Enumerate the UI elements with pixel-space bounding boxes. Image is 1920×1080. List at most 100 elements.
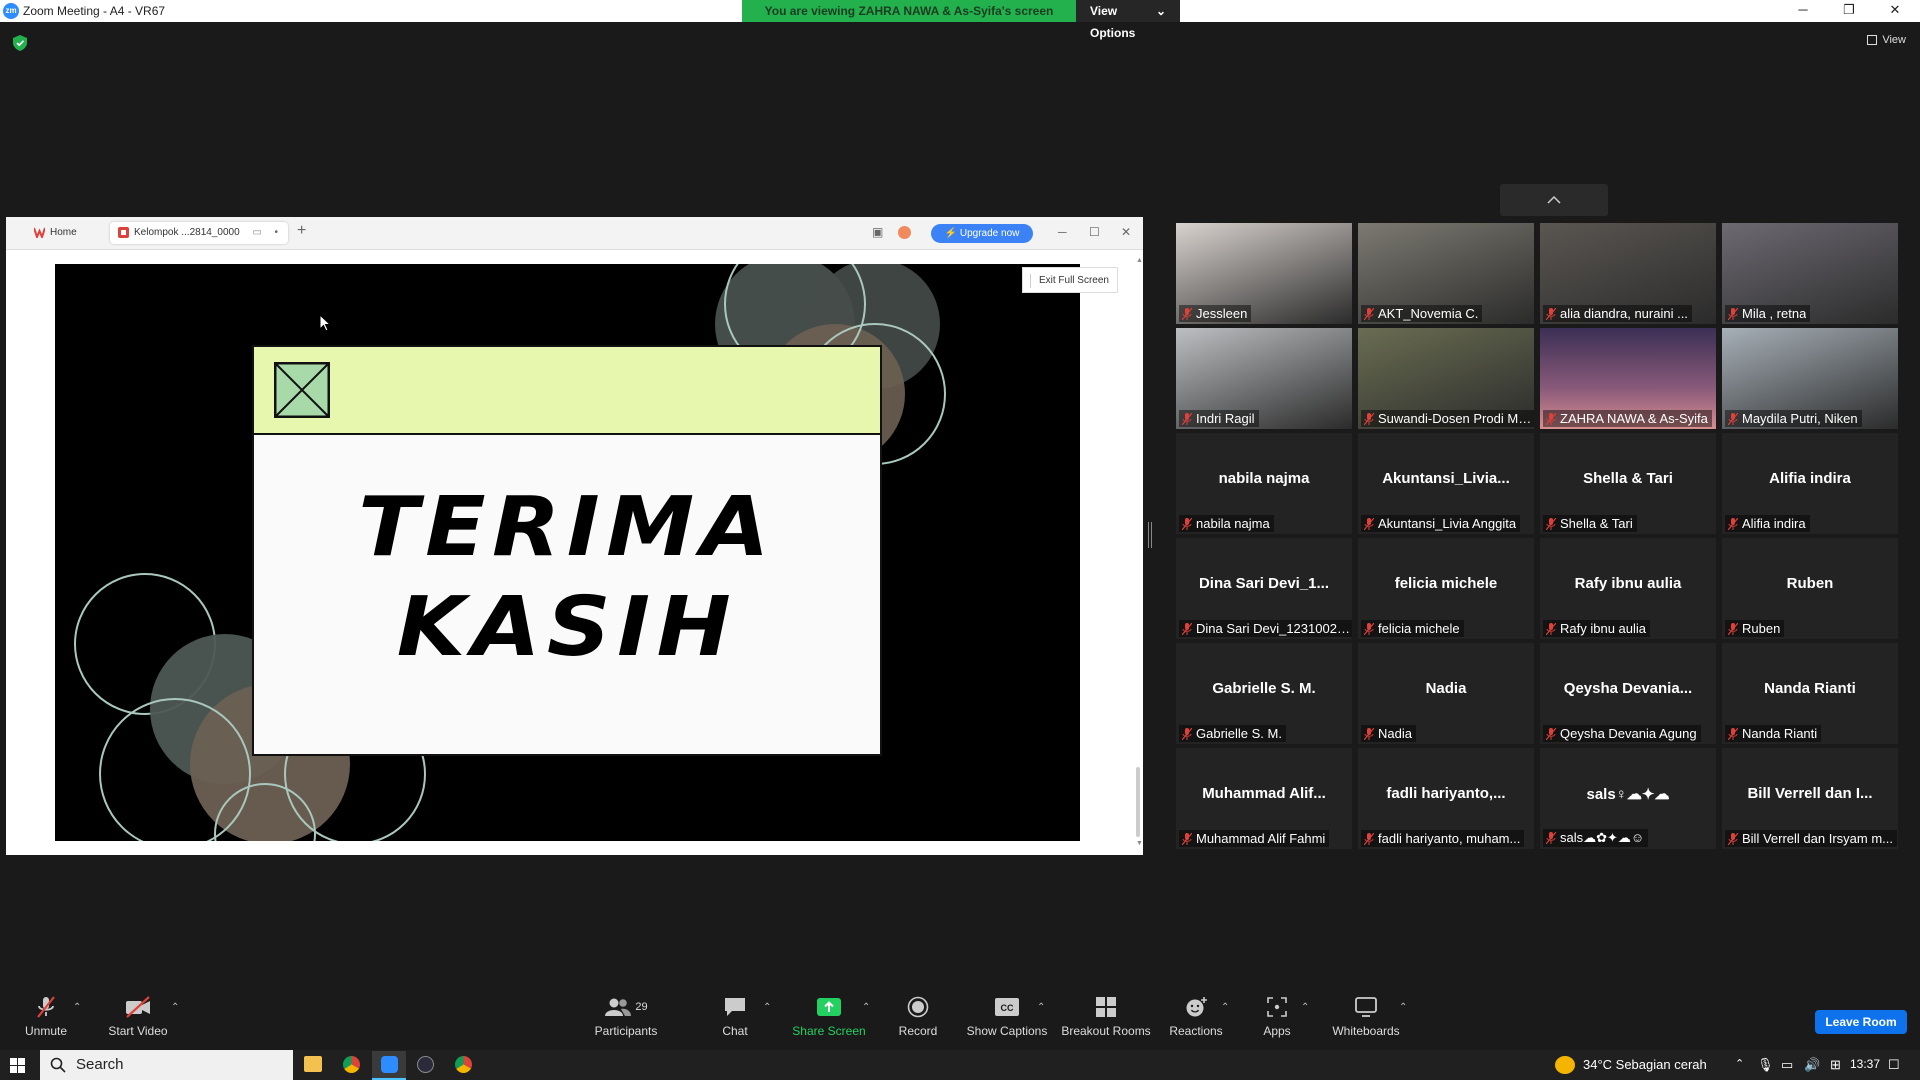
participant-name-label: Nadia [1361, 725, 1416, 742]
participant-tile[interactable]: Jessleen [1176, 223, 1352, 324]
file-explorer-icon[interactable] [304, 1056, 322, 1072]
audio-options-caret[interactable]: ⌃ [73, 1002, 81, 1013]
microphone-muted-icon [1364, 412, 1374, 425]
microphone-muted-icon [1728, 307, 1738, 320]
participants-icon [605, 998, 632, 1016]
encryption-shield-icon[interactable] [13, 35, 27, 51]
participant-tile[interactable]: Rafy ibnu aulia Rafy ibnu aulia [1540, 538, 1716, 639]
browser-tab-home[interactable]: Home [28, 222, 104, 244]
participant-tile[interactable]: Maydila Putri, Niken [1722, 328, 1898, 429]
participant-tile[interactable]: Suwandi-Dosen Prodi Man... [1358, 328, 1534, 429]
presentation-file-icon [118, 226, 129, 238]
participant-tile[interactable]: nabila najma nabila najma [1176, 433, 1352, 534]
participant-tile[interactable]: Bill Verrell dan I... Bill Verrell dan Ir… [1722, 748, 1898, 849]
presentation-slide: TERIMA KASIH [55, 264, 1080, 841]
participant-tile[interactable]: Gabrielle S. M. Gabrielle S. M. [1176, 643, 1352, 744]
gallery-collapse-button[interactable] [1500, 184, 1608, 216]
mouse-cursor-icon [319, 314, 331, 332]
leave-room-button[interactable]: Leave Room [1815, 1010, 1907, 1034]
weather-icon[interactable] [1555, 1056, 1575, 1074]
home-tab-label: Home [50, 227, 77, 238]
record-button[interactable]: Record [868, 996, 968, 1038]
participant-tile[interactable]: Shella & Tari Shella & Tari [1540, 433, 1716, 534]
microphone-tray-icon[interactable]: 🎙 [1757, 1057, 1774, 1073]
participant-tile[interactable]: sals♀☁✦☁ sals☁✿✦☁☺ [1540, 748, 1716, 849]
microphone-muted-icon [1728, 832, 1738, 845]
apps-button[interactable]: Apps [1227, 996, 1327, 1038]
participant-name-label: Bill Verrell dan Irsyam m... [1725, 830, 1897, 847]
unmute-button[interactable]: Unmute [0, 996, 96, 1038]
microphone-muted-icon [1182, 307, 1192, 320]
obs-icon[interactable] [417, 1056, 434, 1073]
panel-resize-handle[interactable] [1148, 522, 1152, 548]
layout-icon[interactable]: ▣ [872, 225, 883, 239]
start-video-label: Start Video [108, 1024, 168, 1038]
participant-tile[interactable]: Mila , retna [1722, 223, 1898, 324]
breakout-rooms-button[interactable]: Breakout Rooms [1054, 996, 1158, 1038]
breakout-rooms-label: Breakout Rooms [1061, 1024, 1151, 1038]
participant-tile[interactable]: Dina Sari Devi_1... Dina Sari Devi_123100… [1176, 538, 1352, 639]
tray-overflow-icon[interactable]: ⌃ [1735, 1057, 1744, 1070]
video-options-caret[interactable]: ⌃ [171, 1002, 179, 1013]
slide-scrollbar[interactable]: ▲ ▼ [1136, 257, 1143, 847]
notification-icon[interactable]: ☐ [1888, 1057, 1900, 1073]
exit-full-screen-button[interactable]: Exit Full Screen [1022, 267, 1118, 293]
image-placeholder-icon [274, 362, 330, 418]
participant-tile[interactable]: AKT_Novemia C. [1358, 223, 1534, 324]
participant-name: Shella & Tari [1560, 516, 1633, 531]
video-off-icon [126, 996, 150, 1018]
shared-screen: Home Kelompok ...2814_0000 ▭ • + ▣ ⚡ Upg… [6, 217, 1143, 855]
minimize-icon[interactable]: ─ [1780, 0, 1826, 22]
participant-display-name: Shella & Tari [1583, 470, 1673, 487]
participant-name: Akuntansi_Livia Anggita [1378, 516, 1517, 531]
clock[interactable]: 13:37 [1850, 1057, 1880, 1071]
browser-maximize-icon[interactable]: ☐ [1089, 225, 1100, 239]
view-button[interactable]: View [1867, 34, 1906, 46]
close-icon[interactable]: ✕ [1872, 0, 1918, 22]
participant-tile[interactable]: fadli hariyanto,... fadli hariyanto, muha… [1358, 748, 1534, 849]
participant-tile[interactable]: felicia michele felicia michele [1358, 538, 1534, 639]
participant-tile[interactable]: Muhammad Alif... Muhammad Alif Fahmi [1176, 748, 1352, 849]
language-icon[interactable]: ⊞ [1830, 1057, 1841, 1073]
participant-tile[interactable]: Qeysha Devania... Qeysha Devania Agung [1540, 643, 1716, 744]
chrome-profile-icon[interactable] [455, 1056, 472, 1073]
captions-options-caret[interactable]: ⌃ [1037, 1002, 1045, 1013]
chrome-icon[interactable] [343, 1056, 360, 1073]
new-tab-icon[interactable]: + [297, 222, 306, 240]
avatar-icon[interactable] [898, 226, 911, 239]
upgrade-button[interactable]: ⚡ Upgrade now [931, 224, 1033, 243]
weather-text[interactable]: 34°C Sebagian cerah [1583, 1057, 1707, 1072]
restore-icon[interactable]: ❐ [1826, 0, 1872, 22]
apps-options-caret[interactable]: ⌃ [1301, 1002, 1309, 1013]
participant-tile[interactable]: Alifia indira Alifia indira [1722, 433, 1898, 534]
participant-tile[interactable]: Ruben Ruben [1722, 538, 1898, 639]
view-label: View [1882, 34, 1906, 46]
network-icon[interactable]: ▭ [1781, 1057, 1793, 1073]
unsaved-dot-icon[interactable]: • [274, 222, 278, 244]
whiteboards-options-caret[interactable]: ⌃ [1399, 1002, 1407, 1013]
participant-tile[interactable]: Akuntansi_Livia... Akuntansi_Livia Anggit… [1358, 433, 1534, 534]
svg-text:CC: CC [1001, 1003, 1014, 1013]
participant-tile[interactable]: Nadia Nadia [1358, 643, 1534, 744]
participant-name: Jessleen [1196, 306, 1248, 321]
participant-tile[interactable]: ZAHRA NAWA & As-Syifa [1540, 328, 1716, 429]
participant-name: Mila , retna [1742, 306, 1807, 321]
share-screen-label: Share Screen [792, 1024, 866, 1038]
zoom-taskbar-button[interactable] [372, 1051, 406, 1080]
browser-close-icon[interactable]: ✕ [1121, 225, 1131, 239]
participant-display-name: Nanda Rianti [1764, 680, 1856, 697]
participant-tile[interactable]: alia diandra, nuraini ... [1540, 223, 1716, 324]
participant-tile[interactable]: Indri Ragil [1176, 328, 1352, 429]
browser-tab-document[interactable]: Kelompok ...2814_0000 ▭ • [110, 222, 288, 244]
view-options-button[interactable]: View Options ⌄ [1076, 0, 1180, 40]
participant-name: Maydila Putri, Niken [1742, 411, 1858, 426]
windows-start-icon[interactable] [10, 1058, 25, 1073]
taskbar-search-box[interactable]: Search [40, 1050, 293, 1080]
grid-icon [1867, 35, 1878, 45]
participants-button[interactable]: 29 Participants [576, 996, 676, 1038]
chat-options-caret[interactable]: ⌃ [763, 1002, 771, 1013]
browser-minimize-icon[interactable]: ─ [1058, 225, 1067, 239]
volume-icon[interactable]: 🔊 [1804, 1057, 1820, 1073]
microphone-muted-icon [1546, 622, 1556, 635]
participant-tile[interactable]: Nanda Rianti Nanda Rianti [1722, 643, 1898, 744]
